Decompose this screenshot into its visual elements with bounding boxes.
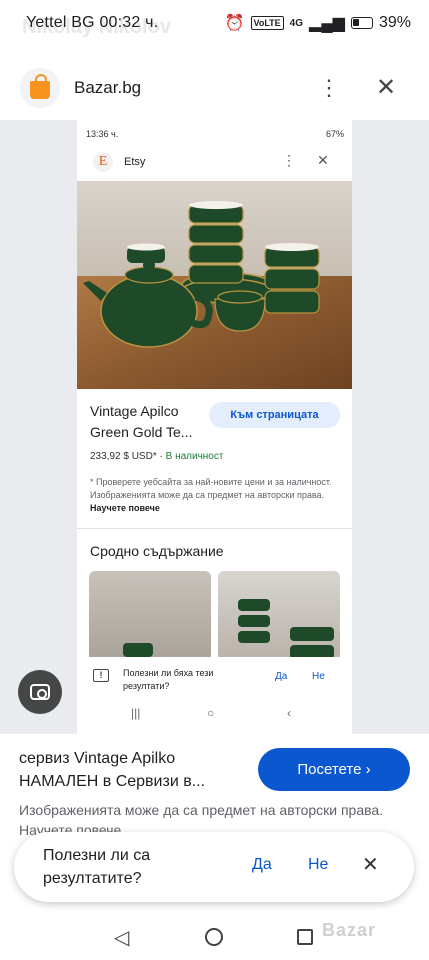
related-image-2 <box>238 599 334 659</box>
bazar-watermark: Bazar <box>322 920 377 940</box>
feedback-no-button[interactable]: Не <box>308 856 328 874</box>
inner-header: E Etsy ⋮ ✕ <box>77 146 352 180</box>
recent-apps-icon[interactable] <box>297 929 313 945</box>
site-title[interactable]: Bazar.bg <box>74 78 141 98</box>
back-icon[interactable]: ◁ <box>114 925 129 950</box>
feedback-question: Полезни ли са резултатите? <box>43 847 151 887</box>
inner-battery: 67% <box>325 129 344 139</box>
inner-disclaimer-text: * Проверете уебсайта за най-новите цени … <box>90 477 332 500</box>
inner-site-name: Etsy <box>124 156 146 168</box>
teaset-illustration <box>77 181 352 389</box>
inner-feedback-bar: ! Полезни ли бяха тези резултати? Да Не <box>77 657 352 697</box>
network-type: 4G <box>289 17 304 29</box>
inner-status-time: 13:36 ч. <box>86 129 119 139</box>
inner-back-icon: ‹ <box>287 706 291 720</box>
close-icon[interactable]: ✕ <box>372 74 400 102</box>
feedback-card: Полезни ли са резултатите? Да Не ✕ <box>14 832 414 902</box>
kebab-menu-icon[interactable]: ⋮ <box>318 74 340 102</box>
feedback-close-icon[interactable]: ✕ <box>362 852 379 877</box>
inner-home-icon: ○ <box>207 706 215 720</box>
inner-status-bar: 13:36 ч. 67% <box>77 120 352 146</box>
site-logo[interactable] <box>20 68 60 108</box>
battery-icon <box>350 17 373 29</box>
divider <box>77 528 352 529</box>
inner-feedback-yes[interactable]: Да <box>275 671 287 682</box>
lens-search-button[interactable] <box>18 670 62 714</box>
related-thumbnail[interactable] <box>218 571 340 661</box>
inner-product-title[interactable]: Vintage Apilco Green Gold Te... <box>90 401 210 443</box>
inner-recent-icon: ||| <box>131 706 141 720</box>
inner-learn-more-link[interactable]: Научете повече <box>90 503 160 513</box>
price-row: 233,92 $ USD* · В наличност <box>90 451 223 462</box>
result-title[interactable]: сервиз Vintage Apilko НАМАЛЕН в Сервизи … <box>19 747 249 793</box>
feedback-icon: ! <box>93 669 109 682</box>
separator-dot: · <box>159 451 163 462</box>
home-icon[interactable] <box>205 928 223 946</box>
result-header: Bazar.bg ⋮ ✕ <box>0 60 429 116</box>
signal-icon: ▂▄▆ <box>309 15 345 32</box>
image-preview[interactable]: 13:36 ч. 67% E Etsy ⋮ ✕ Vintage Apilco G… <box>77 120 352 734</box>
related-image-1 <box>123 643 153 657</box>
inner-feedback-question: Полезни ли бяха тези резултати? <box>123 668 214 691</box>
etsy-logo: E <box>93 152 113 172</box>
inner-visit-button[interactable]: Към страницата <box>209 402 340 428</box>
inner-close-icon: ✕ <box>317 152 329 168</box>
shopping-bag-icon <box>30 74 50 99</box>
battery-percent: 39% <box>378 14 411 31</box>
inner-nav-bar: ||| ○ ‹ <box>77 700 352 730</box>
related-thumbnail[interactable] <box>89 571 211 661</box>
inner-disclaimer: * Проверете уебсайта за най-новите цени … <box>90 476 342 515</box>
stock-status: В наличност <box>165 451 224 462</box>
product-photo <box>77 181 352 389</box>
visit-button[interactable]: Посетете › <box>258 748 410 791</box>
inner-kebab-icon: ⋮ <box>282 152 296 168</box>
carrier-time: Yettel BG 00:32 ч. <box>26 14 159 31</box>
status-icons: ⏰ VoLTE 4G ▂▄▆ 39% <box>225 13 411 33</box>
status-bar: Nikolay Nikolov Yettel BG 00:32 ч. ⏰ VoL… <box>0 0 429 50</box>
price: 233,92 $ USD* <box>90 451 157 462</box>
related-title: Сродно съдържание <box>90 543 224 559</box>
volte-icon: VoLTE <box>250 16 284 30</box>
alarm-icon: ⏰ <box>224 15 245 32</box>
feedback-yes-button[interactable]: Да <box>252 856 272 874</box>
camera-icon <box>30 684 50 700</box>
inner-feedback-no[interactable]: Не <box>312 671 325 682</box>
